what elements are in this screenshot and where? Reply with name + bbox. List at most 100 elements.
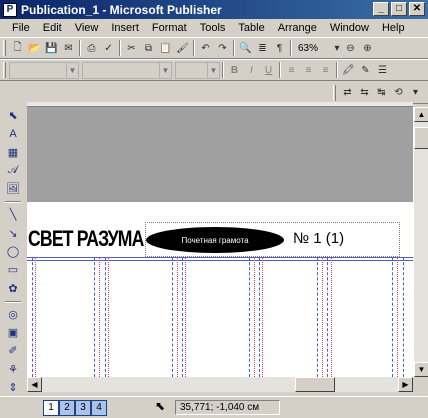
page-tab-2[interactable]: 2 — [59, 400, 75, 416]
copy-icon[interactable]: ⧉ — [140, 40, 157, 57]
hotspot-tool-icon[interactable]: ◎ — [4, 306, 22, 323]
chevron-down-icon[interactable]: ▾ — [407, 84, 424, 101]
document-workspace[interactable]: СВЕТ РАЗУМА Почетная грамота № 1 (1) — [27, 107, 413, 377]
zoom-in-icon[interactable]: ⊕ — [359, 40, 376, 57]
toolbar-grip[interactable] — [3, 62, 6, 78]
separator — [79, 40, 81, 56]
separator — [119, 40, 121, 56]
oval-shape[interactable]: Почетная грамота — [146, 227, 284, 253]
spelling-icon[interactable]: ✓ — [100, 40, 117, 57]
menu-edit[interactable]: Edit — [43, 22, 62, 34]
publisher-app-icon[interactable]: P — [3, 2, 17, 17]
html-fragment-tool-icon[interactable]: ✐ — [4, 342, 22, 359]
wordart-tool-icon[interactable]: 𝒜 — [4, 162, 22, 179]
zoom-dropdown-icon[interactable]: ▾ — [332, 40, 342, 57]
masthead-title[interactable]: СВЕТ РАЗУМА — [28, 226, 144, 252]
align-left-icon[interactable]: ≡ — [283, 62, 300, 79]
fill-color-icon[interactable]: 🖍 — [340, 62, 357, 79]
mail-icon[interactable]: ✉ — [60, 40, 77, 57]
format-painter-icon[interactable]: 🖌 — [174, 40, 191, 57]
table-tool-icon[interactable]: ▦ — [4, 144, 22, 161]
italic-icon[interactable]: I — [243, 62, 260, 79]
rectangle-tool-icon[interactable]: ▭ — [4, 261, 22, 278]
style-select[interactable]: ▼ — [9, 61, 79, 79]
scroll-left-icon[interactable]: ◀ — [27, 377, 42, 392]
align-center-icon[interactable]: ≡ — [300, 62, 317, 79]
paste-icon[interactable]: 📋 — [157, 40, 174, 57]
rotate-icon[interactable]: ⟲ — [390, 84, 407, 101]
arrow-tool-icon[interactable]: ↘ — [4, 225, 22, 242]
page-tab-4[interactable]: 4 — [91, 400, 107, 416]
menu-format[interactable]: Format — [152, 22, 187, 34]
menu-insert[interactable]: Insert — [111, 22, 139, 34]
margin-guide — [331, 257, 332, 377]
zoom-select[interactable]: 63% — [298, 43, 328, 54]
menu-table[interactable]: Table — [238, 22, 264, 34]
font-size-select[interactable]: ▼ — [175, 61, 220, 79]
pilcrow-icon[interactable]: ¶ — [271, 40, 288, 57]
horizontal-scroll-thumb[interactable] — [295, 377, 335, 392]
wrap-tight-icon[interactable]: ⇆ — [356, 84, 373, 101]
wrap-none-icon[interactable]: ↹ — [373, 84, 390, 101]
toolbox-more-icon[interactable]: ⇕ — [4, 379, 22, 396]
menu-file[interactable]: File — [12, 22, 30, 34]
print-icon[interactable]: ⎙ — [83, 40, 100, 57]
page-tab-3[interactable]: 3 — [75, 400, 91, 416]
publication-page[interactable]: СВЕТ РАЗУМА Почетная грамота № 1 (1) — [27, 202, 413, 377]
undo-icon[interactable]: ↶ — [197, 40, 214, 57]
align-right-icon[interactable]: ≡ — [317, 62, 334, 79]
column-guide — [259, 257, 260, 377]
open-icon[interactable]: 📂 — [26, 40, 43, 57]
column-guide — [317, 257, 318, 377]
design-gallery-icon[interactable]: ⚘ — [4, 360, 22, 377]
menu-view[interactable]: View — [75, 22, 99, 34]
font-select[interactable]: ▼ — [82, 61, 172, 79]
autoshapes-tool-icon[interactable]: ✿ — [4, 279, 22, 296]
column-guide — [249, 257, 250, 377]
bold-icon[interactable]: B — [226, 62, 243, 79]
close-button[interactable]: ✕ — [409, 2, 425, 16]
redo-icon[interactable]: ↷ — [214, 40, 231, 57]
toolbar-grip[interactable] — [3, 40, 6, 56]
scroll-right-icon[interactable]: ▶ — [398, 377, 413, 392]
picture-tool-icon[interactable]: 🖼 — [4, 180, 22, 197]
line-style-icon[interactable]: ☰ — [374, 62, 391, 79]
cursor-position-icon: ⬉ — [155, 399, 166, 413]
menu-arrange[interactable]: Arrange — [278, 22, 317, 34]
menu-tools[interactable]: Tools — [200, 22, 226, 34]
zoom-out-icon[interactable]: ⊖ — [342, 40, 359, 57]
vertical-scrollbar[interactable]: ▲ ▼ — [413, 107, 428, 377]
horizontal-scrollbar[interactable]: ◀ ▶ — [27, 377, 413, 392]
insert-object-icon[interactable]: 🔍 — [237, 40, 254, 57]
toolbar-grip[interactable] — [333, 84, 336, 101]
status-bar: 1 2 3 4 ⬉ 35,771; -1,040 см — [0, 396, 428, 418]
menu-window[interactable]: Window — [330, 22, 369, 34]
separator — [222, 62, 224, 78]
menu-help[interactable]: Help — [382, 22, 405, 34]
minimize-button[interactable]: _ — [373, 2, 389, 16]
window-title: Publication_1 - Microsoft Publisher — [21, 2, 222, 17]
margin-guide — [254, 257, 255, 377]
column-guide — [327, 257, 328, 377]
form-control-tool-icon[interactable]: ▣ — [4, 324, 22, 341]
cut-icon[interactable]: ✂ — [123, 40, 140, 57]
pointer-tool-icon[interactable]: ⬉ — [4, 107, 22, 124]
text-align-icon[interactable]: ≣ — [254, 40, 271, 57]
save-icon[interactable]: 💾 — [43, 40, 60, 57]
wrap-square-icon[interactable]: ⇄ — [339, 84, 356, 101]
line-color-icon[interactable]: ✎ — [357, 62, 374, 79]
issue-number[interactable]: № 1 (1) — [293, 230, 344, 247]
guide-line — [27, 257, 413, 258]
oval-tool-icon[interactable]: ◯ — [4, 243, 22, 260]
underline-icon[interactable]: U — [260, 62, 277, 79]
vertical-scroll-thumb[interactable] — [414, 127, 428, 149]
text-box-tool-icon[interactable]: A — [4, 125, 22, 142]
scroll-up-icon[interactable]: ▲ — [414, 107, 428, 122]
column-guide — [172, 257, 173, 377]
cursor-coordinates: 35,771; -1,040 см — [175, 400, 280, 415]
line-tool-icon[interactable]: ╲ — [4, 206, 22, 223]
maximize-button[interactable]: □ — [391, 2, 407, 16]
page-tab-1[interactable]: 1 — [43, 400, 59, 416]
scroll-down-icon[interactable]: ▼ — [414, 362, 428, 377]
new-icon[interactable]: 🗋 — [9, 40, 26, 57]
